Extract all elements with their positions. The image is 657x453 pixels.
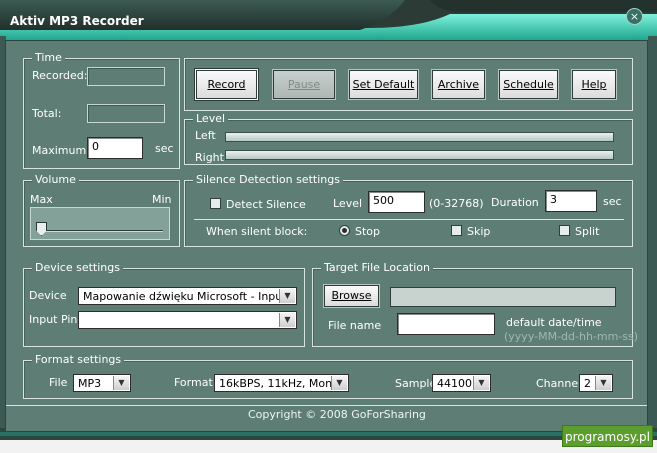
- skip-label: Skip: [467, 225, 491, 238]
- file-name-input[interactable]: [397, 313, 495, 335]
- chevron-down-icon[interactable]: ▼: [279, 289, 295, 303]
- level-right-label: Right: [195, 151, 224, 164]
- default-datetime-label: default date/time: [506, 316, 602, 329]
- device-group-title: Device settings: [32, 261, 123, 274]
- maximum-input[interactable]: 0: [87, 137, 143, 159]
- input-pin-label: Input Pin: [29, 313, 78, 326]
- format-select[interactable]: 16kBPS, 11kHz, Mono ▼: [214, 374, 349, 392]
- target-group-title: Target File Location: [321, 261, 433, 274]
- stop-label: Stop: [355, 225, 381, 238]
- level-right-meter: [225, 150, 614, 160]
- skip-checkbox[interactable]: [451, 225, 462, 236]
- close-button[interactable]: ×: [626, 8, 643, 25]
- browse-button[interactable]: Browse: [324, 285, 379, 307]
- stop-radio-dot: [342, 228, 347, 233]
- format-label: Format: [174, 376, 213, 389]
- level-group-title: Level: [193, 112, 229, 125]
- file-format-select[interactable]: MP3 ▼: [73, 374, 131, 392]
- target-path-field[interactable]: [390, 287, 616, 307]
- file-name-label: File name: [328, 319, 382, 332]
- format-value: 16kBPS, 11kHz, Mono: [219, 377, 339, 390]
- watermark-badge: programosy.pl: [562, 425, 653, 447]
- duration-unit: sec: [603, 195, 622, 208]
- device-group: Device settings: [23, 261, 305, 347]
- when-silent-label: When silent block:: [206, 225, 308, 238]
- volume-max-label: Max: [30, 193, 53, 206]
- time-group-title: Time: [32, 51, 65, 64]
- recorded-display: [87, 67, 165, 86]
- sample-select[interactable]: 44100 ▼: [432, 374, 491, 392]
- sample-label: Sample: [395, 377, 437, 390]
- copyright-text: Copyright © 2008 GoForSharing: [248, 408, 426, 421]
- split-checkbox[interactable]: [559, 225, 570, 236]
- volume-slider-track[interactable]: [37, 230, 163, 232]
- chevron-down-icon[interactable]: ▼: [279, 313, 295, 327]
- window-title: Aktiv MP3 Recorder: [10, 14, 144, 28]
- chevron-down-icon[interactable]: ▼: [331, 376, 347, 390]
- main-panel: Time Recorded: Total: Maximum: 0 sec Rec…: [5, 40, 648, 432]
- chevron-down-icon[interactable]: ▼: [113, 376, 129, 390]
- silence-level-input[interactable]: 500: [368, 191, 425, 213]
- duration-label: Duration: [491, 196, 539, 209]
- input-pin-select[interactable]: ▼: [78, 311, 297, 329]
- total-label: Total:: [32, 107, 62, 120]
- duration-input[interactable]: 3: [545, 190, 597, 212]
- volume-group-title: Volume: [32, 173, 79, 186]
- volume-min-label: Min: [152, 193, 172, 206]
- set-default-button[interactable]: Set Default: [349, 70, 418, 99]
- datetime-format-hint: (yyyy-MM-dd-hh-mm-ss): [504, 330, 639, 343]
- file-format-value: MP3: [78, 377, 102, 390]
- silence-level-label: Level: [333, 197, 363, 210]
- channel-select[interactable]: 2 ▼: [579, 374, 613, 392]
- chevron-down-icon[interactable]: ▼: [473, 376, 489, 390]
- silence-group-title: Silence Detection settings: [193, 173, 343, 186]
- stop-radio[interactable]: [339, 225, 350, 236]
- schedule-button[interactable]: Schedule: [499, 70, 558, 99]
- pause-button[interactable]: Pause: [273, 70, 335, 99]
- help-button[interactable]: Help: [572, 70, 616, 99]
- split-label: Split: [575, 225, 600, 238]
- device-select-value: Mapowanie dźwięku Microsoft - Input: [83, 290, 287, 303]
- detect-silence-label: Detect Silence: [226, 198, 306, 211]
- maximum-unit: sec: [155, 142, 174, 155]
- level-left-meter: [225, 132, 614, 142]
- level-left-label: Left: [195, 129, 216, 142]
- record-button[interactable]: Record: [196, 70, 257, 99]
- channel-value: 2: [584, 377, 591, 390]
- silence-divider: [194, 219, 624, 220]
- silence-level-range: (0-32768): [429, 197, 484, 210]
- device-label: Device: [29, 289, 67, 302]
- recorded-label: Recorded:: [32, 69, 88, 82]
- maximum-label: Maximum:: [32, 144, 90, 157]
- channel-label: Channel: [536, 377, 582, 390]
- detect-silence-checkbox[interactable]: [210, 198, 221, 209]
- format-group-title: Format settings: [32, 353, 125, 366]
- volume-slider-area: [30, 207, 170, 240]
- device-select[interactable]: Mapowanie dźwięku Microsoft - Input ▼: [78, 287, 297, 305]
- file-format-label: File: [49, 376, 68, 389]
- total-display: [87, 104, 165, 123]
- footer-divider: [6, 405, 647, 406]
- sample-value: 44100: [437, 377, 472, 390]
- archive-button[interactable]: Archive: [432, 70, 485, 99]
- chevron-down-icon[interactable]: ▼: [595, 376, 611, 390]
